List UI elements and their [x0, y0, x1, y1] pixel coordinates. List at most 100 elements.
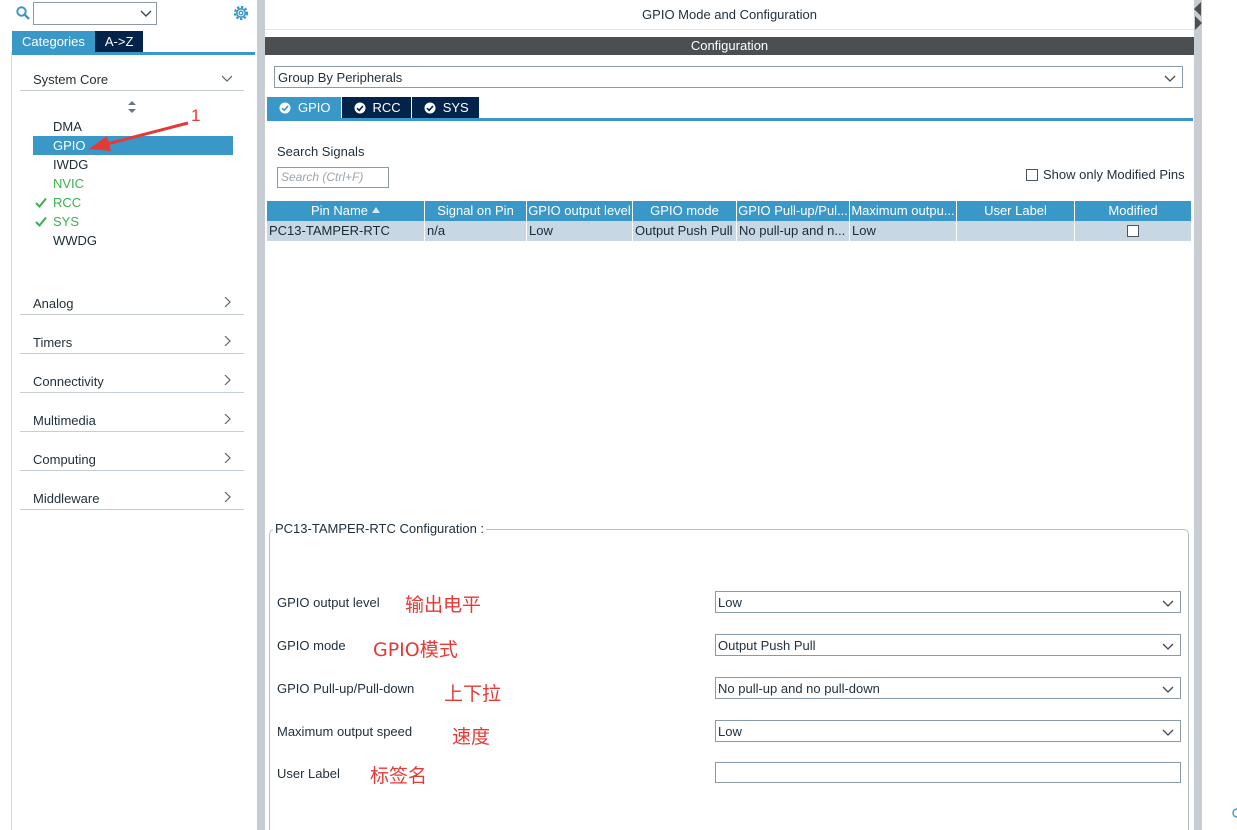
tab-a-to-z[interactable]: A->Z — [94, 31, 144, 53]
section-connectivity[interactable]: Connectivity — [20, 369, 244, 393]
pull-value: No pull-up and no pull-down — [718, 681, 880, 696]
column-header-pin-name[interactable]: Pin Name — [267, 201, 425, 221]
chevron-right-icon — [224, 297, 231, 307]
section-system-core[interactable]: System Core — [20, 67, 244, 91]
category-tab-underline — [12, 52, 255, 55]
chevron-down-icon — [1164, 75, 1176, 82]
tab-label: GPIO — [298, 100, 331, 115]
tab-sys[interactable]: SYS — [411, 97, 479, 118]
show-modified-checkbox[interactable] — [1026, 168, 1038, 181]
check-circle-icon — [354, 102, 366, 113]
chevron-down-icon[interactable] — [140, 8, 152, 18]
column-header-modified[interactable]: Modified — [1075, 201, 1191, 221]
output-level-value: Low — [718, 595, 742, 610]
section-system-core-label: System Core — [33, 72, 109, 87]
tab-categories[interactable]: Categories — [12, 31, 95, 53]
field-label-user-label: User Label — [277, 766, 340, 781]
tab-label: SYS — [442, 100, 469, 115]
pull-select[interactable]: No pull-up and no pull-down — [715, 677, 1181, 699]
annotation-pull: 上下拉 — [444, 683, 502, 705]
right-blank-area — [1202, 0, 1237, 830]
cell-gpio-mode: Output Push Pull — [633, 221, 737, 241]
cell-gpio-pull: No pull-up and n... — [737, 221, 850, 241]
user-label-input[interactable] — [715, 762, 1181, 783]
right-splitter[interactable] — [1194, 0, 1202, 830]
category-tabs: Categories A->Z — [12, 31, 144, 53]
field-label-gpio-mode: GPIO mode — [277, 638, 346, 653]
sidebar-item-nvic[interactable]: NVIC — [33, 174, 233, 193]
group-by-value: Group By Peripherals — [278, 70, 403, 85]
section-timers[interactable]: Timers — [20, 330, 244, 354]
corner-arc-icon — [1232, 808, 1237, 818]
column-header-user-label[interactable]: User Label — [957, 201, 1075, 221]
field-label-pull: GPIO Pull-up/Pull-down — [277, 681, 415, 696]
chevron-right-icon — [224, 375, 231, 385]
section-computing[interactable]: Computing — [20, 447, 244, 471]
cell-gpio-output-level: Low — [527, 221, 633, 241]
cell-user-label — [957, 221, 1075, 241]
gpio-mode-select[interactable]: Output Push Pull — [715, 634, 1181, 656]
section-middleware[interactable]: Middleware — [20, 486, 244, 510]
chevron-right-icon — [224, 453, 231, 463]
annotation-output-level: 输出电平 — [405, 594, 482, 616]
chevron-right-icon — [224, 414, 231, 424]
sidebar-item-rcc[interactable]: RCC — [33, 193, 233, 212]
column-header-gpio-output-level[interactable]: GPIO output level — [527, 201, 633, 221]
chevron-down-icon — [1162, 686, 1174, 693]
header-label: Pin Name — [310, 203, 369, 218]
main-panel: GPIO Mode and Configuration Configuratio… — [265, 0, 1194, 830]
show-modified-label: Show only Modified Pins — [1043, 167, 1185, 182]
max-speed-select[interactable]: Low — [715, 720, 1181, 742]
column-header-gpio-mode[interactable]: GPIO mode — [633, 201, 737, 221]
cell-signal-on-pin: n/a — [425, 221, 527, 241]
tab-label: RCC — [372, 100, 401, 115]
column-header-max-output-speed[interactable]: Maximum outpu... — [850, 201, 957, 221]
expand-right-arrow-icon[interactable] — [1194, 16, 1202, 30]
left-panel: Categories A->Z System Core DMA GPIO IWD… — [0, 0, 257, 830]
check-circle-icon — [424, 102, 436, 113]
section-label: Connectivity — [33, 374, 104, 389]
output-level-select[interactable]: Low — [715, 591, 1181, 613]
search-signals-input[interactable]: Search (Ctrl+F) — [277, 167, 389, 188]
section-analog[interactable]: Analog — [20, 291, 244, 315]
show-modified-pins-toggle[interactable]: Show only Modified Pins — [1026, 167, 1185, 182]
max-speed-value: Low — [718, 724, 742, 739]
column-header-gpio-pull[interactable]: GPIO Pull-up/Pul... — [737, 201, 850, 221]
sort-up-icon — [372, 207, 381, 213]
cell-modified — [1075, 221, 1191, 241]
field-label-max-speed: Maximum output speed — [277, 724, 413, 739]
section-multimedia[interactable]: Multimedia — [20, 408, 244, 432]
chevron-down-icon — [1162, 643, 1174, 650]
check-icon — [35, 216, 47, 227]
panel-splitter[interactable] — [257, 0, 265, 830]
tab-rcc[interactable]: RCC — [341, 97, 411, 118]
peripheral-tab-underline — [267, 118, 1193, 121]
field-label-output-level: GPIO output level — [277, 595, 380, 610]
gear-icon[interactable] — [232, 4, 250, 22]
modified-checkbox[interactable] — [1127, 225, 1139, 237]
table-row[interactable]: PC13-TAMPER-RTC n/a Low Output Push Pull… — [267, 221, 1191, 241]
table-header: Pin Name Signal on Pin GPIO output level… — [267, 201, 1191, 221]
section-label: Middleware — [33, 491, 100, 506]
sidebar-item-wwdg[interactable]: WWDG — [33, 231, 233, 250]
chevron-right-icon — [224, 336, 231, 346]
sidebar-item-iwdg[interactable]: IWDG — [33, 155, 233, 174]
component-search-combo[interactable] — [33, 2, 157, 25]
peripheral-tabs: GPIO RCC SYS — [267, 97, 480, 118]
section-label: Analog — [33, 296, 74, 311]
sidebar-item-label: RCC — [53, 195, 82, 210]
column-header-signal-on-pin[interactable]: Signal on Pin — [425, 201, 527, 221]
sidebar-item-label: NVIC — [53, 176, 85, 191]
check-circle-icon — [279, 102, 291, 113]
sidebar-item-label: WWDG — [53, 233, 98, 248]
collapse-left-arrow-icon[interactable] — [1194, 2, 1202, 16]
tab-gpio[interactable]: GPIO — [267, 97, 341, 118]
chevron-right-icon — [224, 492, 231, 502]
sidebar-item-label: IWDG — [53, 157, 89, 172]
annotation-number: 1 — [191, 106, 201, 125]
page-title: GPIO Mode and Configuration — [265, 0, 1194, 30]
sidebar-item-sys[interactable]: SYS — [33, 212, 233, 231]
group-by-select[interactable]: Group By Peripherals — [274, 66, 1183, 88]
sidebar-item-label: GPIO — [53, 138, 86, 153]
search-icon[interactable] — [16, 6, 30, 20]
